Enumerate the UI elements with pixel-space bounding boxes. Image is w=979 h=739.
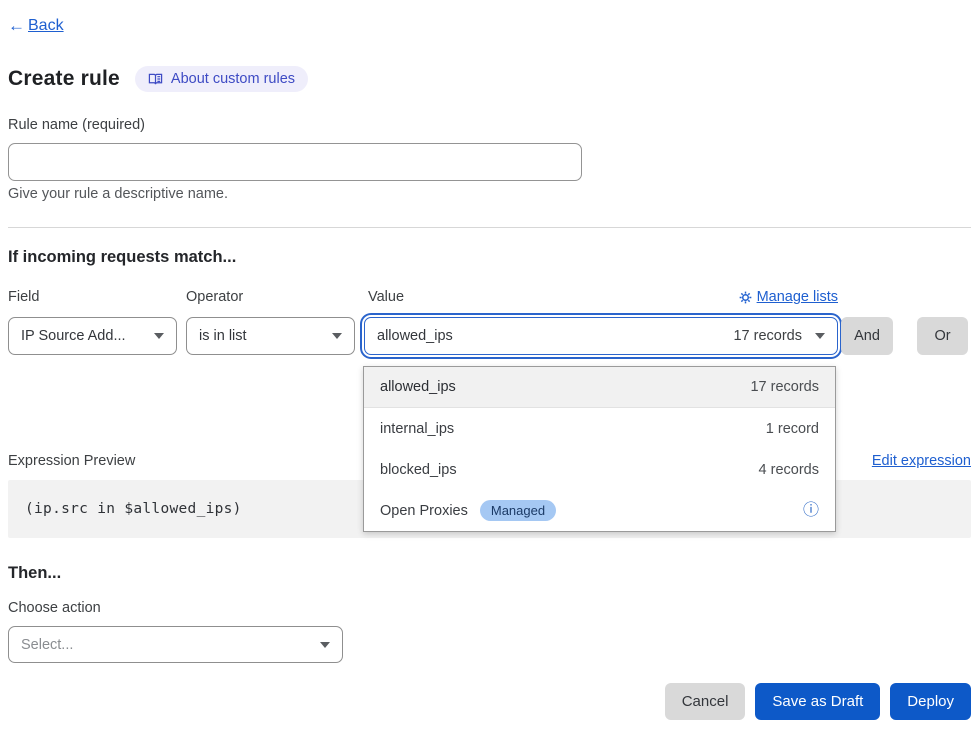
chevron-down-icon: [154, 333, 164, 339]
value-label: Value: [368, 289, 404, 305]
expression-preview-label: Expression Preview: [8, 453, 135, 469]
cancel-button[interactable]: Cancel: [665, 683, 746, 720]
list-option-internal-ips[interactable]: internal_ips 1 record: [364, 408, 835, 449]
list-option-record-count: 4 records: [759, 462, 819, 478]
page-title: Create rule: [8, 67, 120, 91]
action-select-placeholder: Select...: [21, 637, 73, 653]
about-custom-rules-link[interactable]: About custom rules: [135, 66, 308, 92]
gear-icon: [739, 291, 752, 304]
info-icon[interactable]: ⓘ: [803, 503, 819, 519]
managed-badge: Managed: [480, 500, 556, 522]
chevron-down-icon: [815, 333, 825, 339]
field-select[interactable]: IP Source Add...: [8, 317, 177, 355]
list-option-name: allowed_ips: [380, 379, 456, 395]
and-button[interactable]: And: [841, 317, 893, 355]
create-rule-page: ←Back Create rule About custom rules Rul…: [0, 0, 979, 739]
list-option-record-count: 1 record: [766, 421, 819, 437]
rule-name-helper-text: Give your rule a descriptive name.: [8, 186, 228, 202]
list-option-name: Open Proxies: [380, 503, 468, 519]
list-option-name: internal_ips: [380, 421, 454, 437]
title-row: Create rule About custom rules: [8, 66, 308, 92]
list-option-record-count: 17 records: [750, 379, 819, 395]
expression-code: (ip.src in $allowed_ips): [25, 501, 242, 517]
list-option-blocked-ips[interactable]: blocked_ips 4 records: [364, 449, 835, 490]
then-section-heading: Then...: [8, 564, 61, 583]
manage-lists-link[interactable]: Manage lists: [739, 289, 838, 305]
field-select-value: IP Source Add...: [21, 328, 126, 344]
rule-name-input[interactable]: [8, 143, 582, 181]
value-select-record-count: 17 records: [733, 328, 802, 344]
chevron-down-icon: [320, 642, 330, 648]
field-label: Field: [8, 289, 39, 305]
operator-label: Operator: [186, 289, 243, 305]
operator-select[interactable]: is in list: [186, 317, 355, 355]
back-arrow-icon: ←: [8, 16, 25, 36]
value-select[interactable]: allowed_ips 17 records: [364, 317, 838, 355]
back-link[interactable]: ←Back: [8, 16, 64, 36]
value-dropdown-menu: allowed_ips 17 records internal_ips 1 re…: [363, 366, 836, 532]
about-link-label: About custom rules: [171, 71, 295, 87]
chevron-down-icon: [332, 333, 342, 339]
value-select-value: allowed_ips: [377, 328, 453, 344]
list-option-allowed-ips[interactable]: allowed_ips 17 records: [364, 367, 835, 408]
choose-action-label: Choose action: [8, 600, 101, 616]
or-button[interactable]: Or: [917, 317, 968, 355]
manage-lists-label: Manage lists: [757, 289, 838, 305]
section-divider: [8, 227, 971, 228]
book-icon: [148, 72, 163, 87]
deploy-button[interactable]: Deploy: [890, 683, 971, 720]
operator-select-value: is in list: [199, 328, 247, 344]
action-select[interactable]: Select...: [8, 626, 343, 663]
save-as-draft-button[interactable]: Save as Draft: [755, 683, 880, 720]
list-option-open-proxies[interactable]: Open Proxies Managed ⓘ: [364, 490, 835, 531]
rule-name-label: Rule name (required): [8, 117, 145, 133]
back-link-label: Back: [28, 17, 64, 35]
edit-expression-link[interactable]: Edit expression: [872, 453, 971, 469]
match-section-heading: If incoming requests match...: [8, 248, 236, 267]
footer-actions: Cancel Save as Draft Deploy: [665, 683, 971, 720]
list-option-name: blocked_ips: [380, 462, 457, 478]
